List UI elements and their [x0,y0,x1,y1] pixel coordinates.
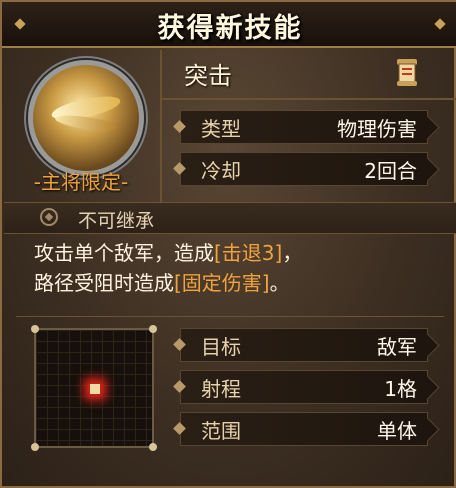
range-value: 单体 [377,419,417,443]
diamond-icon [173,380,186,393]
slash-medal-icon [28,60,144,176]
stat-label: 类型 [201,117,241,141]
stat-row-cooldown: 冷却 2回合 [173,152,428,186]
diamond-icon [173,338,186,351]
keyword-knockback[interactable]: [击退3] [214,241,282,265]
header-divider [162,98,456,100]
range-label: 范围 [201,419,241,443]
target-cell [90,384,100,394]
compass-icon [40,208,58,226]
restriction-label: -主将限定- [33,170,129,194]
skill-description: 攻击单个敌军，造成[击退3]， 路径受阻时造成[固定伤害]。 [34,241,303,295]
title-bar: 获得新技能 [2,2,456,48]
stat-row-type: 类型 物理伤害 [173,110,428,144]
vertical-divider [160,50,162,202]
lower-divider [16,316,444,317]
range-value: 敌军 [377,335,417,359]
range-row-target: 目标 敌军 [173,328,428,362]
stat-value: 2回合 [364,159,417,183]
range-row-area: 范围 单体 [173,412,428,446]
diamond-icon [173,120,186,133]
skill-panel: 获得新技能 -主将限定- 突击 类型 物理伤害 冷却 2回合 不可继承 攻击单个… [0,0,456,488]
keyword-fixed-damage[interactable]: [固定伤害] [174,271,270,295]
inherit-text: 不可继承 [78,210,155,232]
range-label: 射程 [201,377,241,401]
diamond-icon [173,162,186,175]
range-value: 1格 [384,377,417,401]
scroll-icon[interactable] [394,56,420,88]
panel-title: 获得新技能 [157,13,303,44]
range-grid [31,325,157,451]
stat-value: 物理伤害 [337,117,417,141]
diamond-icon [173,422,186,435]
stat-label: 冷却 [201,159,241,183]
range-label: 目标 [201,335,241,359]
range-row-distance: 射程 1格 [173,370,428,404]
skill-name: 突击 [184,62,232,90]
inherit-bar: 不可继承 [4,202,456,234]
